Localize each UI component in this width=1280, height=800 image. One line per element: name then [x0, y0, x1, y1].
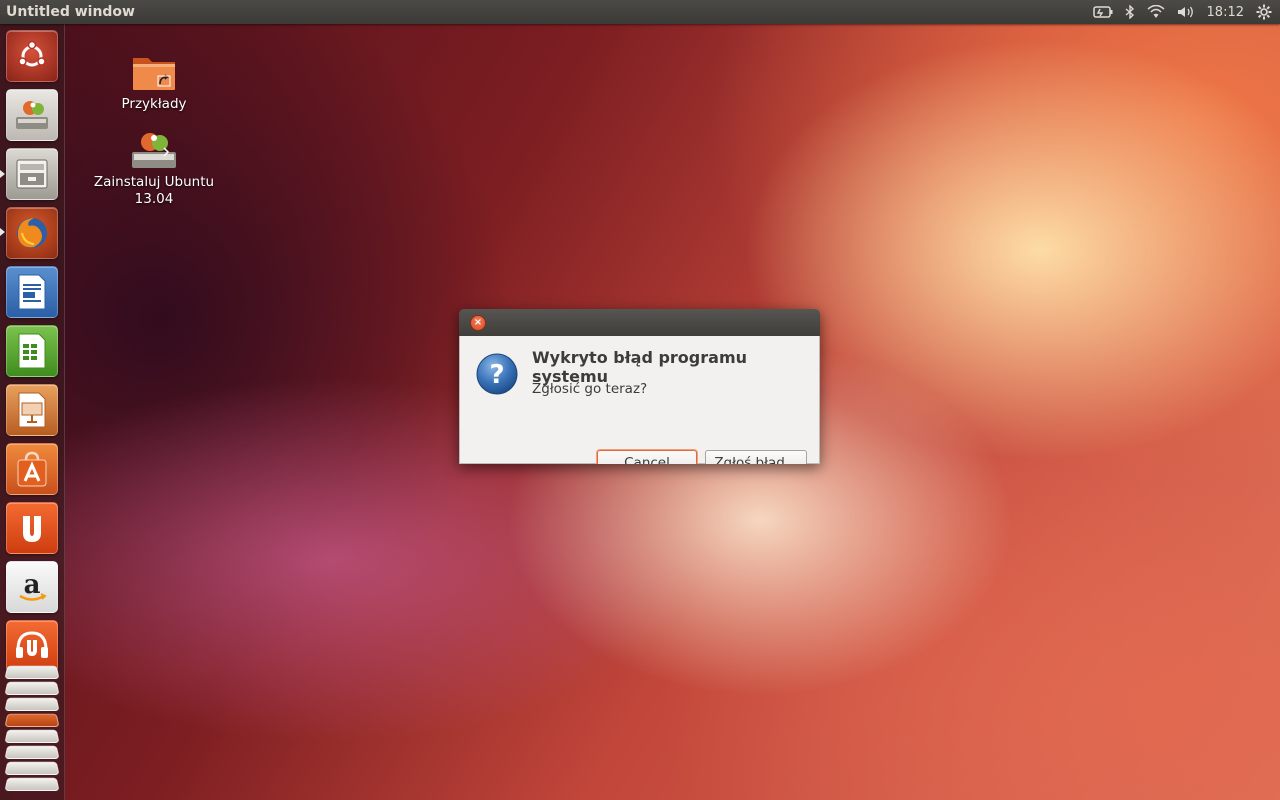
launcher-amazon[interactable]: a [6, 561, 58, 613]
running-indicator [0, 228, 5, 236]
launcher-installer[interactable] [6, 89, 58, 141]
desktop-icon-label: Przykłady [121, 96, 187, 112]
launcher-ubuntu-one[interactable] [6, 502, 58, 554]
firefox-icon [17, 218, 47, 248]
launcher: a [0, 24, 65, 800]
desktop-icon-install-ubuntu[interactable]: Zainstaluj Ubuntu 13.04 [89, 128, 219, 208]
launcher-software-center[interactable] [6, 443, 58, 495]
installer-icon [16, 101, 48, 129]
impress-icon [18, 392, 46, 428]
question-glyph: ? [489, 360, 504, 390]
ubuntu-logo-icon [18, 40, 46, 67]
report-bug-button[interactable]: Zgłoś błąd... [705, 450, 807, 464]
dialog-titlebar[interactable]: × [459, 309, 820, 336]
question-icon: ? [476, 353, 518, 395]
svg-text:a: a [24, 570, 41, 600]
launcher-impress[interactable] [6, 384, 58, 436]
top-panel: Untitled window 18:12 [0, 0, 1280, 24]
trash-stack-item[interactable] [4, 777, 60, 791]
bluetooth-icon[interactable] [1125, 5, 1135, 19]
window-title: Untitled window [6, 4, 135, 20]
launcher-files[interactable] [6, 148, 58, 200]
desktop-icon-label: Zainstaluj Ubuntu 13.04 [93, 174, 215, 207]
ubuntu-one-icon [23, 516, 41, 542]
battery-icon[interactable] [1092, 6, 1113, 18]
error-report-dialog: × ? Wykryto błąd programu systemu Zgłosi… [459, 309, 820, 464]
launcher-firefox[interactable] [6, 207, 58, 259]
clock[interactable]: 18:12 [1207, 5, 1244, 20]
writer-icon [18, 274, 46, 310]
launcher-writer[interactable] [6, 266, 58, 318]
dialog-body: ? Wykryto błąd programu systemu Zgłosić … [459, 336, 820, 464]
dash-home-button[interactable] [6, 30, 58, 82]
cancel-button[interactable]: Cancel [597, 450, 697, 464]
launcher-stack-item[interactable] [4, 745, 60, 759]
launcher-stack-item[interactable] [4, 665, 60, 679]
files-icon [16, 159, 48, 189]
installer-icon [132, 133, 176, 168]
launcher-calc[interactable] [6, 325, 58, 377]
calc-icon [18, 333, 46, 369]
wifi-icon[interactable] [1147, 5, 1165, 19]
launcher-stack-item[interactable] [4, 729, 60, 743]
folder-icon [133, 58, 175, 90]
desktop-icon-examples[interactable]: Przykłady [89, 50, 219, 113]
dialog-message: Zgłosić go teraz? [532, 381, 648, 397]
launcher-stack-item[interactable] [4, 761, 60, 775]
launcher-stack-item[interactable] [4, 713, 60, 727]
ubuntu-one-music-icon [16, 631, 48, 658]
volume-icon[interactable] [1177, 5, 1195, 19]
settings-gear-icon[interactable] [1256, 4, 1272, 20]
close-icon[interactable]: × [470, 315, 486, 331]
software-center-icon [17, 451, 47, 487]
amazon-icon: a [19, 570, 47, 601]
indicator-area: 18:12 [1092, 0, 1272, 24]
launcher-stack-item[interactable] [4, 681, 60, 695]
launcher-stack-item[interactable] [4, 697, 60, 711]
launcher-ubuntu-one-music[interactable] [6, 620, 58, 672]
running-indicator [0, 170, 5, 178]
